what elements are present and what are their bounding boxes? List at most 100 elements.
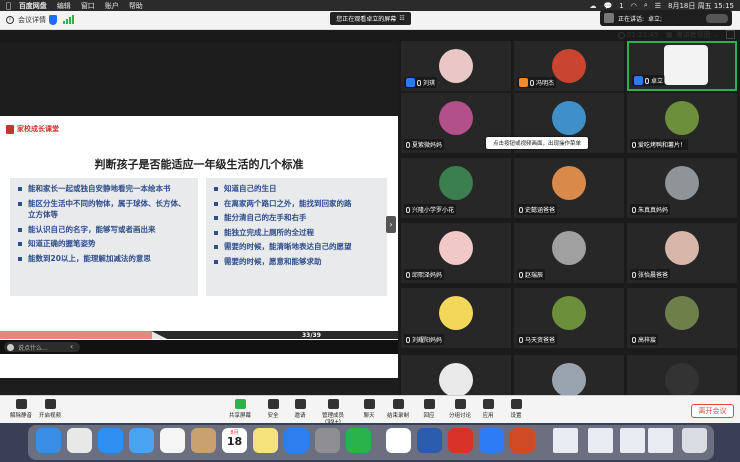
leave-meeting-button[interactable]: 离开会议 bbox=[691, 404, 734, 418]
trash-icon[interactable] bbox=[682, 428, 707, 453]
control-center-icon[interactable]: ☰ bbox=[655, 2, 661, 10]
mail-icon[interactable] bbox=[129, 428, 154, 453]
toolbar-label: 设置 bbox=[510, 413, 522, 419]
menu-help[interactable]: 帮助 bbox=[129, 1, 143, 11]
mic-muted-icon bbox=[519, 206, 523, 213]
meeting-info-button[interactable]: i 会议详情 bbox=[6, 15, 46, 25]
participant-tile[interactable]: 高梓宸 bbox=[627, 288, 737, 348]
notes-icon[interactable] bbox=[253, 428, 278, 453]
recent-window-thumbnail[interactable] bbox=[588, 428, 613, 453]
encryption-shield-icon[interactable] bbox=[49, 15, 57, 25]
participant-tile[interactable]: 张怡晨爸爸 bbox=[627, 223, 737, 283]
participant-name: 夏紫微妈妈 bbox=[404, 139, 445, 150]
participant-name: 史懿涵爸爸 bbox=[517, 204, 558, 215]
participant-name: 刘耀阳妈妈 bbox=[404, 334, 445, 345]
menu-account[interactable]: 账户 bbox=[105, 1, 119, 11]
fullscreen-icon[interactable] bbox=[726, 30, 735, 39]
contacts-icon[interactable] bbox=[191, 428, 216, 453]
slide-page-number: 33/39 bbox=[302, 332, 321, 339]
participant-name-text: 马天资爸爸 bbox=[525, 337, 556, 344]
recent-window-thumbnail[interactable] bbox=[620, 428, 645, 453]
participant-tile[interactable]: 卓立 bbox=[627, 41, 737, 91]
mic-muted-icon bbox=[632, 336, 636, 343]
info-icon: i bbox=[6, 16, 14, 24]
word-icon[interactable] bbox=[417, 428, 442, 453]
participant-name-text: 兴隆小学罗小花 bbox=[412, 207, 455, 214]
wifi-icon[interactable]: ◠ bbox=[631, 2, 637, 10]
participant-tile[interactable]: 马天资爸爸 bbox=[514, 288, 624, 348]
collapse-chevron-icon[interactable]: ‹ bbox=[70, 342, 73, 351]
participant-tile[interactable]: 刘耀阳妈妈 bbox=[401, 288, 511, 348]
participant-tile[interactable]: 兴隆小学罗小花 bbox=[401, 158, 511, 218]
appstore-icon[interactable] bbox=[284, 428, 309, 453]
participant-tile[interactable]: 史懿涵爸爸 bbox=[514, 158, 624, 218]
expand-panel-chevron-icon[interactable]: › bbox=[386, 216, 396, 233]
apple-icon[interactable]:  bbox=[6, 1, 11, 10]
participant-gallery[interactable]: 刘琪 冯明杰 卓立夏紫微妈妈 爱吃烤鸭和薯片！ 兴隆小学罗小花 史懿涵爸爸 朱真真妈妈邱熙泽… bbox=[398, 41, 740, 395]
participant-tile[interactable]: 朱真真妈妈 bbox=[627, 158, 737, 218]
mic-muted-icon bbox=[406, 141, 410, 148]
recent-window-thumbnail[interactable] bbox=[553, 428, 578, 453]
participant-name: 高梓宸 bbox=[630, 334, 659, 345]
participant-name-text: 夏紫微妈妈 bbox=[412, 142, 443, 149]
calendar-icon[interactable]: 8月 18 bbox=[222, 428, 247, 453]
menu-window[interactable]: 窗口 bbox=[81, 1, 95, 11]
network-signal-icon[interactable] bbox=[63, 15, 74, 24]
participant-tile[interactable] bbox=[514, 355, 624, 395]
host-badge-icon bbox=[634, 76, 643, 85]
participant-tile[interactable] bbox=[627, 355, 737, 395]
viewing-screen-notice[interactable]: 您正在观看卓立的屏幕 ☷ bbox=[330, 12, 411, 25]
photos-icon[interactable] bbox=[160, 428, 185, 453]
status-cloud-icon[interactable]: ☁ bbox=[590, 2, 597, 10]
participant-tile[interactable] bbox=[401, 355, 511, 395]
powerpoint-icon[interactable] bbox=[510, 428, 535, 453]
app-menu-name[interactable]: 百度网盘 bbox=[19, 1, 47, 11]
toolbar-button[interactable]: 共享屏幕 bbox=[223, 399, 257, 419]
mic-muted-icon bbox=[406, 271, 410, 278]
menu-edit[interactable]: 编辑 bbox=[57, 1, 71, 11]
toolbar-button[interactable]: 开启视频 bbox=[33, 399, 67, 419]
toolbar-icon bbox=[234, 399, 246, 409]
comment-input[interactable]: 说点什么... bbox=[4, 342, 80, 352]
pdf-icon[interactable] bbox=[448, 428, 473, 453]
participant-avatar bbox=[552, 296, 586, 330]
status-wechat-icon[interactable]: 💬 bbox=[604, 2, 613, 10]
wechat-icon[interactable] bbox=[346, 428, 371, 453]
safari-icon[interactable] bbox=[98, 428, 123, 453]
participant-tile[interactable]: 邱熙泽妈妈 bbox=[401, 223, 511, 283]
participant-avatar bbox=[552, 231, 586, 265]
cloud-icon[interactable] bbox=[479, 428, 504, 453]
recent-window-thumbnail[interactable] bbox=[648, 428, 673, 453]
host-badge-icon bbox=[406, 78, 415, 87]
participant-avatar bbox=[439, 231, 473, 265]
participant-avatar bbox=[439, 363, 473, 395]
participant-tile[interactable]: 冯明杰 bbox=[514, 41, 624, 91]
search-icon[interactable]: ⌕ bbox=[644, 1, 648, 10]
slide-progress-fill bbox=[0, 331, 153, 339]
toolbar-icon bbox=[392, 399, 404, 409]
settings-icon[interactable] bbox=[315, 428, 340, 453]
presentation-slide: 家校成长课堂 判断孩子是否能适应一年级生活的几个标准 能和家长一起或独自安静地看… bbox=[0, 116, 398, 378]
toolbar-button[interactable]: 管理成员(99+) bbox=[316, 399, 350, 425]
criteria-item: 在离家两个路口之外，能找到回家的路 bbox=[212, 198, 381, 210]
shared-screen[interactable]: 家校成长课堂 判断孩子是否能适应一年级生活的几个标准 能和家长一起或独自安静地看… bbox=[0, 43, 398, 395]
view-mode-button[interactable]: ▦ 演讲者视图 ⌄ bbox=[666, 30, 720, 40]
toolbar-button[interactable]: 结束录制 bbox=[381, 399, 415, 419]
criteria-item: 需要的时候，愿意和能够求助 bbox=[212, 256, 381, 268]
launchpad-icon[interactable] bbox=[67, 428, 92, 453]
toolbar-button[interactable]: 设置 bbox=[499, 399, 533, 419]
baidu-netdisk-icon[interactable] bbox=[386, 428, 411, 453]
toolbar-button[interactable]: 回应 bbox=[412, 399, 446, 419]
participant-tile[interactable]: 爱吃烤鸭和薯片！ bbox=[627, 93, 737, 153]
toolbar-button[interactable]: 邀请 bbox=[283, 399, 317, 419]
criteria-card-left: 能和家长一起或独自安静地看完一本绘本书 能区分生活中不同的物体，属于球体、长方体… bbox=[10, 178, 198, 296]
toolbar-label: 邀请 bbox=[294, 413, 306, 419]
emoji-icon[interactable] bbox=[7, 343, 14, 351]
menubar-datetime[interactable]: 8月18日 周五 15:15 bbox=[668, 1, 734, 11]
toolbar-icon bbox=[327, 399, 339, 409]
finder-icon[interactable] bbox=[36, 428, 61, 453]
participant-tile[interactable]: 赵瑞辰 bbox=[514, 223, 624, 283]
criteria-item: 能和家长一起或独自安静地看完一本绘本书 bbox=[16, 183, 192, 195]
participant-tile[interactable]: 刘琪 bbox=[401, 41, 511, 91]
participant-name-text: 张怡晨爸爸 bbox=[638, 272, 669, 279]
